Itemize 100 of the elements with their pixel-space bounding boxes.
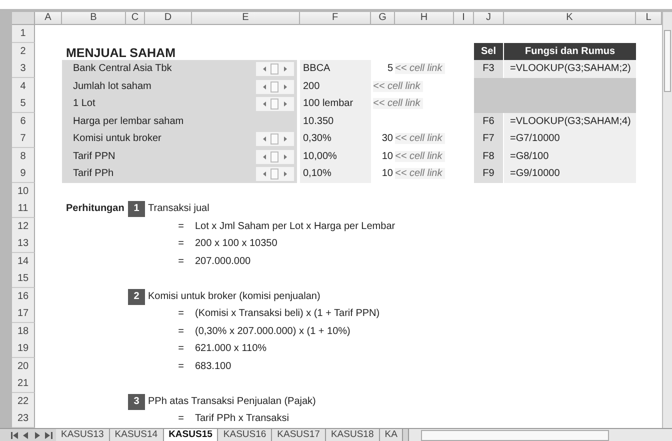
scroll-spinner[interactable] — [256, 97, 294, 111]
scroll-spinner[interactable] — [256, 150, 294, 164]
sheet-tab[interactable]: KASUS18 — [326, 429, 380, 441]
row-header[interactable]: 20 — [12, 358, 35, 376]
cell-link-note: << cell link — [395, 133, 446, 144]
sheet-tab[interactable]: KASUS17 — [272, 429, 326, 441]
column-header[interactable]: E — [192, 12, 300, 25]
row-header[interactable]: 6 — [12, 112, 35, 130]
row-header[interactable]: 18 — [12, 322, 35, 340]
cell-reference: F3 — [474, 60, 504, 78]
formula-line: (Komisi x Transaksi beli) x (1 + Tarif PPN) — [194, 307, 381, 321]
scroll-spinner[interactable] — [256, 132, 294, 146]
row-header[interactable]: 16 — [12, 288, 35, 306]
cell-link-note: << cell link — [395, 63, 446, 74]
formula-cell: =G9/10000 — [504, 165, 636, 183]
column-header[interactable]: J — [474, 12, 504, 25]
formula-line: 621.000 x 110% — [194, 342, 268, 356]
scroll-spinner[interactable] — [256, 167, 294, 181]
value-cell: 100 lembar — [300, 95, 371, 113]
input-label: Bank Central Asia Tbk — [62, 60, 192, 78]
table-header: Sel — [474, 42, 504, 62]
row-header[interactable]: 11 — [12, 200, 35, 218]
step-title: Transaksi jual — [147, 202, 210, 216]
row-header[interactable]: 12 — [12, 218, 35, 236]
section-label: Perhitungan — [65, 202, 126, 216]
equals-sign: = — [177, 237, 185, 251]
sheet-tab[interactable]: KASUS15 — [164, 429, 218, 441]
link-value: 30 — [380, 132, 394, 146]
sheet-title: MENJUAL SAHAM — [65, 44, 176, 62]
column-header[interactable]: H — [395, 12, 454, 25]
row-header[interactable]: 21 — [12, 375, 35, 393]
cell-reference: F6 — [474, 112, 504, 130]
formula-line: Tarif PPh x Transaksi — [194, 412, 290, 426]
row-header[interactable]: 14 — [12, 252, 35, 270]
table-header: Fungsi dan Rumus — [504, 42, 636, 62]
value-cell: 0,30% — [300, 130, 371, 148]
row-header[interactable]: 23 — [12, 410, 35, 428]
row-header[interactable]: 4 — [12, 78, 35, 96]
formula-cell: =VLOOKUP(G3;SAHAM;4) — [504, 112, 636, 130]
input-label: 1 Lot — [62, 95, 192, 113]
cell-link-note: << cell link — [373, 80, 424, 92]
row-header[interactable]: 17 — [12, 305, 35, 323]
vertical-scrollbar[interactable] — [662, 12, 672, 428]
step-number: 1 — [128, 201, 145, 217]
row-header[interactable]: 13 — [12, 235, 35, 253]
value-cell: BBCA — [300, 60, 371, 78]
cell-reference: F7 — [474, 130, 504, 148]
row-header[interactable]: 7 — [12, 130, 35, 148]
column-header[interactable]: A — [35, 12, 62, 25]
step-number: 3 — [128, 394, 145, 410]
scroll-spinner[interactable] — [256, 62, 294, 76]
sheet-tab[interactable]: KASUS13 — [56, 429, 110, 441]
value-cell: 0,10% — [300, 165, 371, 183]
input-label: Harga per lembar saham — [62, 112, 192, 130]
row-header[interactable]: 10 — [12, 182, 35, 200]
row-header[interactable]: 19 — [12, 340, 35, 358]
column-header[interactable]: F — [300, 12, 371, 25]
column-header[interactable]: B — [62, 12, 126, 25]
input-label: Tarif PPN — [62, 148, 192, 166]
sheet-tab[interactable]: KASUS16 — [218, 429, 272, 441]
row-header[interactable]: 5 — [12, 95, 35, 113]
input-label: Komisi untuk broker — [62, 130, 192, 148]
row-header[interactable]: 22 — [12, 392, 35, 410]
step-title: PPh atas Transaksi Penjualan (Pajak) — [147, 394, 317, 408]
link-value: 10 — [380, 167, 394, 181]
column-header[interactable]: K — [504, 12, 636, 25]
equals-sign: = — [177, 360, 185, 374]
cell-link-note: << cell link — [373, 98, 424, 109]
link-value: 5 — [386, 62, 394, 76]
sheet-tab[interactable]: KA — [380, 429, 404, 441]
formula-line: 683.100 — [194, 360, 232, 374]
value-cell: 200 — [300, 78, 371, 96]
cell-link-note: << cell link — [395, 150, 446, 162]
column-header[interactable]: I — [454, 12, 474, 25]
row-header[interactable]: 9 — [12, 165, 35, 183]
sheet-tab[interactable]: KASUS14 — [110, 429, 164, 441]
scroll-spinner[interactable] — [256, 80, 294, 94]
column-header[interactable]: L — [636, 12, 662, 25]
row-header[interactable]: 1 — [12, 25, 35, 43]
column-header[interactable]: C — [126, 12, 145, 25]
column-header[interactable]: G — [371, 12, 395, 25]
input-label: Tarif PPh — [62, 165, 192, 183]
formula-line: (0,30% x 207.000.000) x (1 + 10%) — [194, 324, 352, 338]
input-label: Jumlah lot saham — [62, 78, 192, 96]
row-header[interactable]: 15 — [12, 270, 35, 288]
equals-sign: = — [177, 220, 185, 234]
column-header[interactable]: D — [145, 12, 192, 25]
formula-cell: =VLOOKUP(G3;SAHAM;2) — [504, 60, 636, 78]
formula-line: 200 x 100 x 10350 — [194, 237, 278, 251]
equals-sign: = — [177, 412, 185, 426]
equals-sign: = — [177, 254, 185, 268]
formula-line: Lot x Jml Saham per Lot x Harga per Lembar — [194, 220, 396, 234]
row-header[interactable]: 8 — [12, 148, 35, 166]
cell-reference: F9 — [474, 165, 504, 183]
cell-link-note: << cell link — [395, 168, 446, 179]
equals-sign: = — [177, 324, 185, 338]
horizontal-scrollbar[interactable] — [408, 429, 672, 441]
link-value: 10 — [380, 150, 394, 164]
formula-cell: =G8/100 — [504, 148, 636, 166]
row-header[interactable]: 3 — [12, 60, 35, 78]
